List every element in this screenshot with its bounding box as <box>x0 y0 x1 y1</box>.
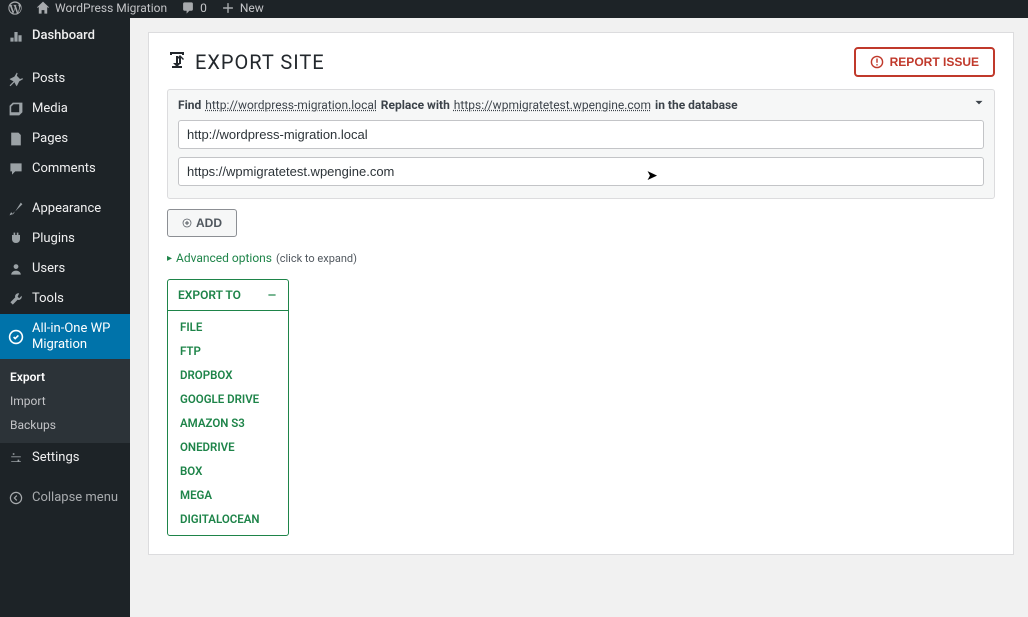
media-icon <box>8 101 24 117</box>
submenu-item-export[interactable]: Export <box>0 365 130 389</box>
sidebar-item-label: Pages <box>32 131 68 147</box>
advanced-options-hint: (click to expand) <box>276 252 357 265</box>
find-label: Find <box>178 98 201 112</box>
minus-icon <box>266 289 278 301</box>
pin-icon <box>8 71 24 87</box>
replace-label: Replace with <box>381 98 450 112</box>
export-option-ftp[interactable]: FTP <box>168 339 288 363</box>
chevron-down-icon <box>972 96 986 110</box>
replace-input[interactable] <box>178 157 984 186</box>
sidebar-item-tools[interactable]: Tools <box>0 284 130 314</box>
report-issue-label: REPORT ISSUE <box>890 55 979 69</box>
sidebar-item-label: Settings <box>32 450 79 466</box>
sidebar-item-label: Appearance <box>32 201 101 217</box>
alert-icon <box>870 55 884 69</box>
collapse-toggle[interactable] <box>972 96 986 114</box>
find-replace-summary: Find http://wordpress-migration.local Re… <box>178 98 984 112</box>
sidebar-item-pages[interactable]: Pages <box>0 124 130 154</box>
wrench-icon <box>8 291 24 307</box>
sidebar-item-label: Media <box>32 101 68 117</box>
sidebar-item-media[interactable]: Media <box>0 94 130 124</box>
site-name-label: WordPress Migration <box>55 1 167 15</box>
collapse-icon <box>8 490 24 506</box>
replace-url-display: https://wpmigratetest.wpengine.com <box>454 98 651 112</box>
export-icon <box>167 52 187 72</box>
sidebar-item-label: All-in-One WP Migration <box>32 321 122 352</box>
sidebar-submenu-ai1wm: Export Import Backups <box>0 359 130 443</box>
export-panel: EXPORT SITE REPORT ISSUE Find http://wor… <box>148 32 1014 555</box>
wordpress-icon <box>8 1 22 15</box>
admin-bar: WordPress Migration 0 New <box>0 0 1028 18</box>
sidebar-item-label: Posts <box>32 71 65 87</box>
triangle-icon: ▸ <box>167 253 172 264</box>
new-label: New <box>240 1 264 15</box>
main-content: EXPORT SITE REPORT ISSUE Find http://wor… <box>130 18 1028 617</box>
admin-sidebar: Dashboard Posts Media Pages Comments App… <box>0 18 130 617</box>
sidebar-item-label: Dashboard <box>32 28 95 44</box>
suffix-label: in the database <box>655 98 738 112</box>
plus-circle-icon <box>182 218 192 228</box>
comment-icon <box>181 1 195 15</box>
export-option-digitalocean[interactable]: DIGITALOCEAN <box>168 507 288 531</box>
export-option-googledrive[interactable]: GOOGLE DRIVE <box>168 387 288 411</box>
export-option-amazons3[interactable]: AMAZON S3 <box>168 411 288 435</box>
page-title: EXPORT SITE <box>195 50 325 74</box>
export-option-file[interactable]: FILE <box>168 315 288 339</box>
collapse-label: Collapse menu <box>32 490 118 506</box>
plugin-icon <box>8 231 24 247</box>
sidebar-item-label: Comments <box>32 161 96 177</box>
sidebar-item-label: Tools <box>32 291 64 307</box>
export-to-dropdown: EXPORT TO FILE FTP DROPBOX GOOGLE DRIVE … <box>167 279 289 536</box>
add-button[interactable]: ADD <box>167 209 237 237</box>
users-icon <box>8 261 24 277</box>
sidebar-item-label: Users <box>32 261 65 277</box>
export-option-dropbox[interactable]: DROPBOX <box>168 363 288 387</box>
export-to-button[interactable]: EXPORT TO <box>168 280 288 311</box>
collapse-menu[interactable]: Collapse menu <box>0 483 130 513</box>
add-label: ADD <box>196 216 222 230</box>
advanced-options-label: Advanced options <box>176 251 272 265</box>
wp-logo[interactable] <box>8 1 22 15</box>
comments-link[interactable]: 0 <box>181 1 207 15</box>
new-link[interactable]: New <box>221 1 264 15</box>
home-icon <box>36 1 50 15</box>
sidebar-item-label: Plugins <box>32 231 75 247</box>
sidebar-item-plugins[interactable]: Plugins <box>0 224 130 254</box>
site-name-link[interactable]: WordPress Migration <box>36 1 167 15</box>
find-replace-section: Find http://wordpress-migration.local Re… <box>167 89 995 199</box>
find-input[interactable] <box>178 120 984 149</box>
page-icon <box>8 131 24 147</box>
export-option-onedrive[interactable]: ONEDRIVE <box>168 435 288 459</box>
sidebar-item-posts[interactable]: Posts <box>0 64 130 94</box>
migration-icon <box>8 329 24 345</box>
comments-count: 0 <box>200 1 207 15</box>
find-url-display: http://wordpress-migration.local <box>205 98 377 112</box>
export-to-label: EXPORT TO <box>178 288 241 302</box>
brush-icon <box>8 201 24 217</box>
advanced-options-toggle[interactable]: ▸ Advanced options (click to expand) <box>167 251 995 265</box>
dashboard-icon <box>8 28 24 44</box>
sidebar-item-comments[interactable]: Comments <box>0 154 130 184</box>
sidebar-item-settings[interactable]: Settings <box>0 443 130 473</box>
export-to-options: FILE FTP DROPBOX GOOGLE DRIVE AMAZON S3 … <box>168 311 288 535</box>
report-issue-button[interactable]: REPORT ISSUE <box>854 47 995 77</box>
submenu-item-import[interactable]: Import <box>0 389 130 413</box>
sidebar-item-users[interactable]: Users <box>0 254 130 284</box>
comment-icon <box>8 161 24 177</box>
sidebar-item-appearance[interactable]: Appearance <box>0 194 130 224</box>
sidebar-item-dashboard[interactable]: Dashboard <box>0 18 130 54</box>
plus-icon <box>221 1 235 15</box>
settings-icon <box>8 450 24 466</box>
submenu-item-backups[interactable]: Backups <box>0 413 130 437</box>
export-option-box[interactable]: BOX <box>168 459 288 483</box>
sidebar-item-ai1wm[interactable]: All-in-One WP Migration <box>0 314 130 359</box>
export-option-mega[interactable]: MEGA <box>168 483 288 507</box>
